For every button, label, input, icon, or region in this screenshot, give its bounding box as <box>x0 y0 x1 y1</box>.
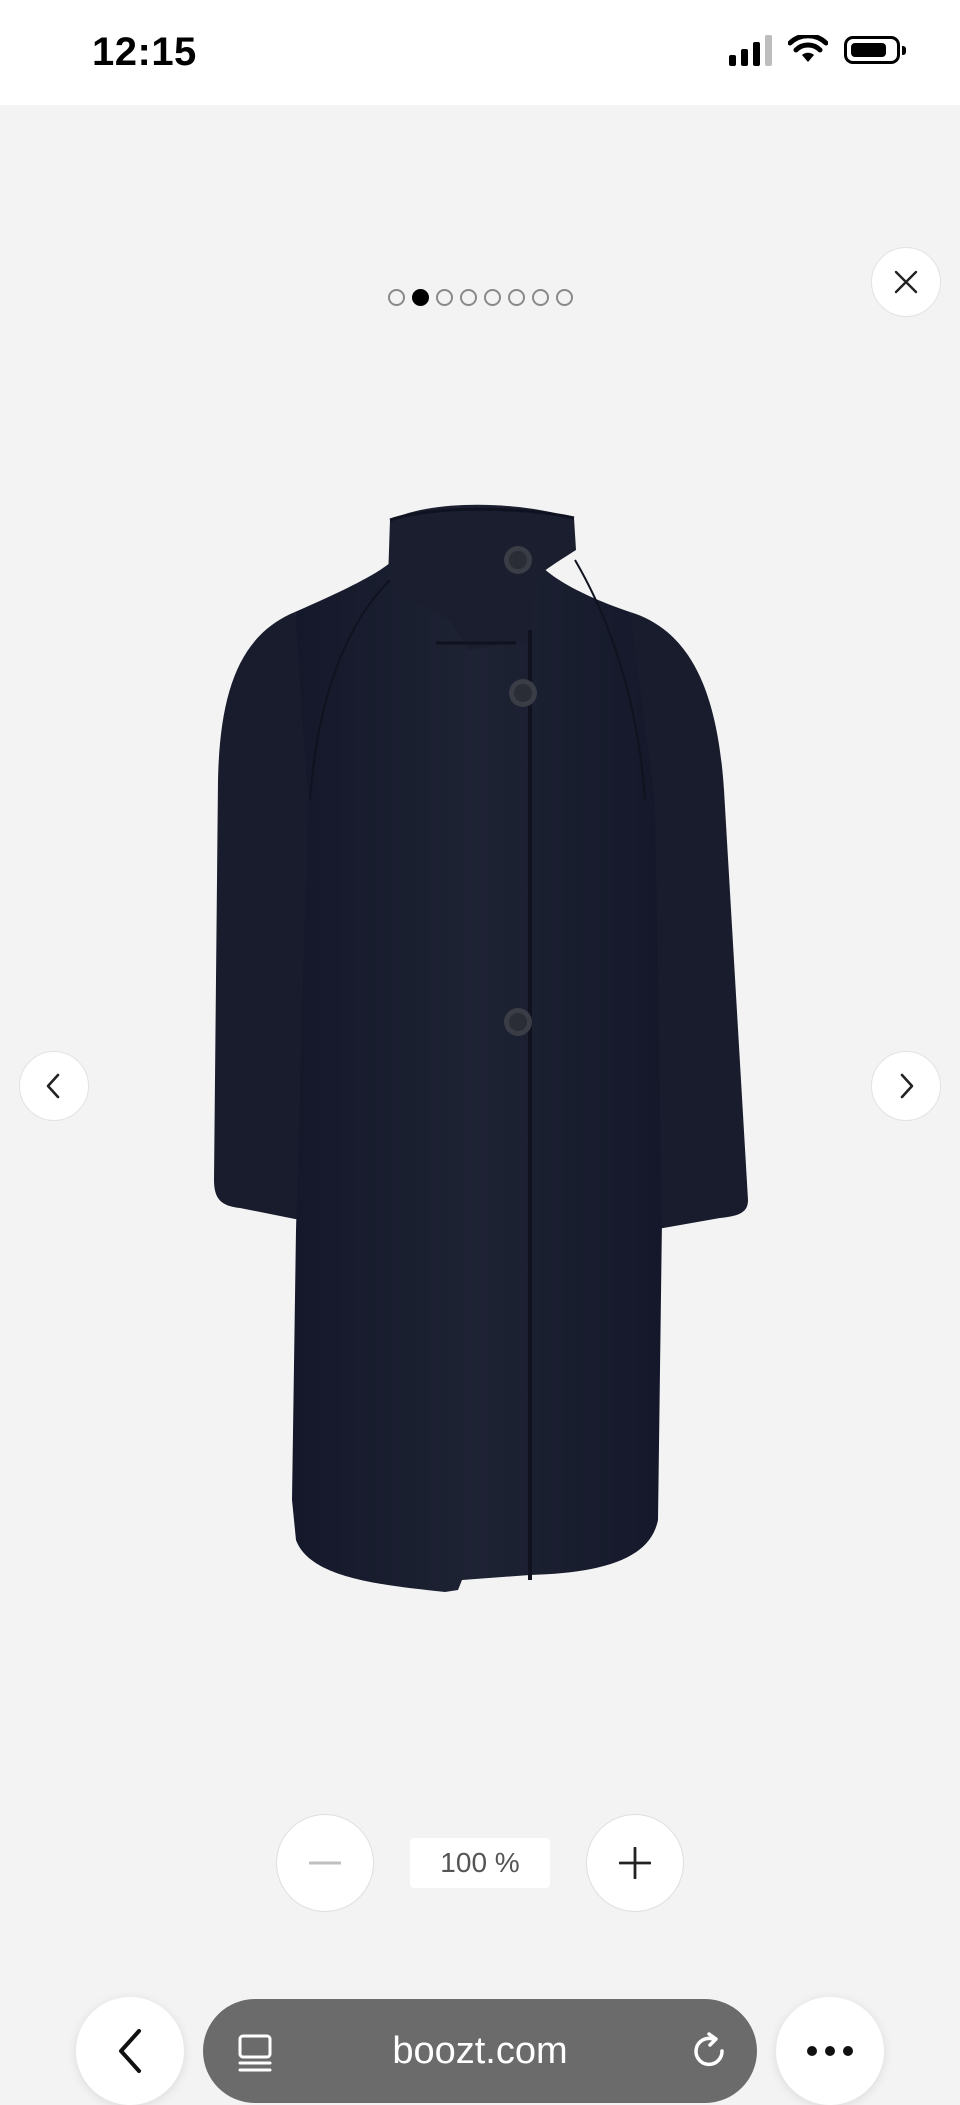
more-dots-icon <box>807 2046 853 2056</box>
gallery-dot[interactable] <box>435 289 453 306</box>
zoom-level: 100 % <box>410 1838 550 1888</box>
previous-image-button[interactable] <box>19 1051 89 1121</box>
gallery-dot[interactable] <box>507 289 525 306</box>
more-options-button[interactable] <box>776 1997 884 2105</box>
close-button[interactable] <box>871 247 941 317</box>
gallery-pagination[interactable] <box>0 289 960 306</box>
close-icon <box>894 270 918 294</box>
product-image[interactable] <box>200 500 760 1680</box>
gallery-dot[interactable] <box>387 289 405 306</box>
status-icons <box>729 34 906 66</box>
plus-icon <box>619 1847 651 1879</box>
gallery-dot[interactable] <box>411 289 429 306</box>
chevron-right-icon <box>900 1073 914 1099</box>
chevron-left-icon <box>46 1073 60 1099</box>
zoom-out-button[interactable] <box>276 1814 374 1912</box>
status-time: 12:15 <box>92 30 197 74</box>
cellular-signal-icon <box>729 34 772 66</box>
zoom-in-button[interactable] <box>586 1814 684 1912</box>
gallery-dot[interactable] <box>555 289 573 306</box>
back-arrow-icon <box>119 2029 141 2073</box>
status-bar: 12:15 <box>0 0 960 105</box>
gallery-dot[interactable] <box>459 289 477 306</box>
battery-icon <box>844 36 906 64</box>
next-image-button[interactable] <box>871 1051 941 1121</box>
image-viewer: 100 % boozt.com <box>0 105 960 2105</box>
wifi-icon <box>788 35 828 62</box>
url-text[interactable]: boozt.com <box>203 1999 757 2103</box>
gallery-dot[interactable] <box>531 289 549 306</box>
browser-back-button[interactable] <box>76 1997 184 2105</box>
reload-icon[interactable] <box>689 2031 729 2071</box>
address-bar[interactable]: boozt.com <box>203 1999 757 2103</box>
gallery-dot[interactable] <box>483 289 501 306</box>
minus-icon <box>309 1861 341 1865</box>
